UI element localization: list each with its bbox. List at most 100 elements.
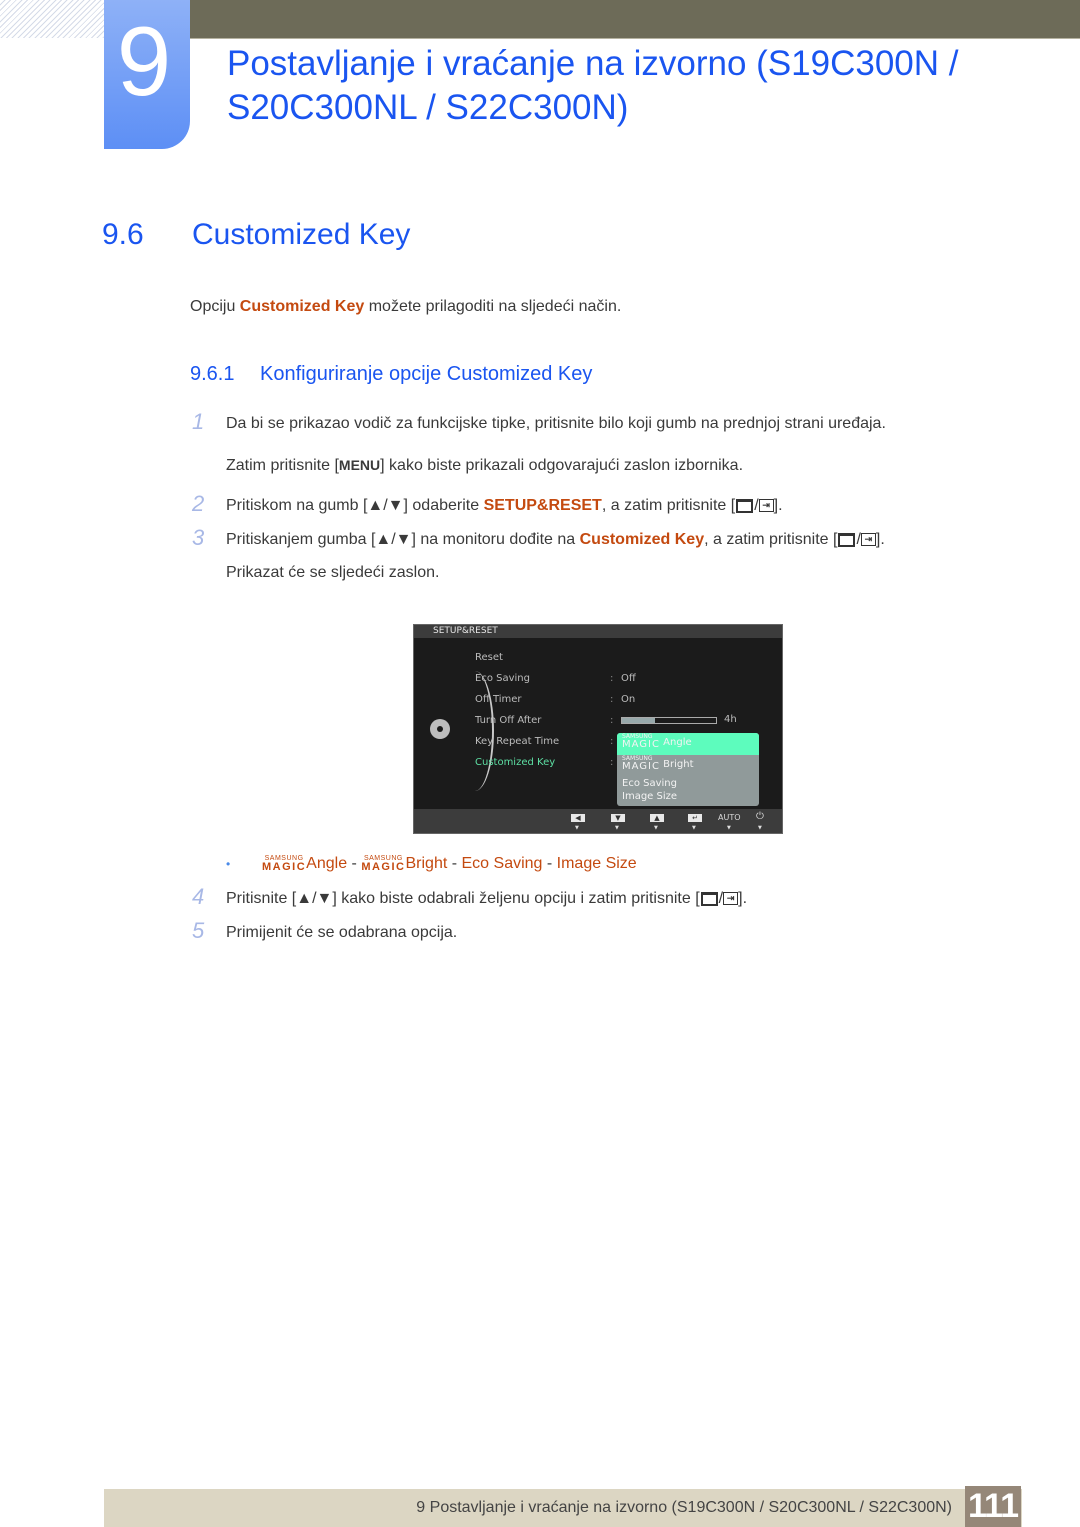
step-number: 2 (192, 491, 205, 516)
osd-bar-fill (622, 718, 655, 723)
osd-header: SETUP&RESET (414, 625, 782, 638)
pointer-icon: ▼ (654, 825, 658, 831)
section-title-text: Customized Key (192, 218, 411, 251)
osd-item-eco-saving: Eco Saving (475, 673, 530, 684)
osd-option-eco-saving: Eco Saving (622, 778, 677, 789)
left-arrow-icon: ◀ (571, 814, 585, 822)
osd-arc-decoration (456, 671, 494, 791)
step-text-part: ] na monitoru dođite na (411, 531, 580, 548)
down-arrow-icon: ▼ (611, 814, 625, 822)
osd-colon: : (610, 673, 614, 684)
option-angle: Angle (306, 855, 348, 872)
power-icon: ⏻ (756, 811, 764, 822)
enter-icon: ⇥ (860, 533, 876, 547)
samsung-magic-logo: SAMSUNG MAGIC (622, 733, 660, 750)
step-text-part: ]. (773, 497, 783, 514)
enter-icon: ⇥ (758, 499, 774, 513)
intro-text-end: možete prilagoditi na sljedeći način. (364, 298, 622, 315)
step-text: Pritiskanjem gumba [▲/▼] na monitoru dođ… (226, 531, 885, 548)
section-title: 9.6 Customized Key (102, 218, 410, 252)
step-text-part: Zatim pritisnite [ (226, 457, 339, 474)
pointer-icon: ▼ (727, 825, 731, 831)
osd-colon: : (610, 757, 614, 768)
step-text-part: Pritiskom na gumb [ (226, 497, 368, 514)
step-text-part: ] kako biste prikazali odgovarajući zasl… (380, 457, 744, 474)
step-text-part: , a zatim pritisnite [ (704, 531, 838, 548)
option-bright: Bright (405, 855, 448, 872)
osd-value-off-timer: On (621, 694, 636, 705)
osd-customized-key-dropdown: SAMSUNG MAGIC Angle SAMSUNG MAGIC Bright E… (617, 733, 759, 806)
subsection-title: 9.6.1 Konfiguriranje opcije Customized Ke… (190, 363, 592, 386)
enter-icon: ⇥ (723, 892, 739, 906)
step-number: 5 (192, 918, 205, 943)
osd-value-turn-off-after: 4h (724, 714, 737, 725)
separator: - (542, 855, 557, 872)
decorative-hatch (0, 0, 104, 38)
up-arrow-icon: ▲ (650, 814, 664, 822)
osd-option-label: Bright (663, 759, 694, 770)
step-text: Primijenit će se odabrana opcija. (226, 924, 458, 941)
osd-item-customized-key: Customized Key (475, 757, 556, 768)
osd-option-image-size: Image Size (622, 791, 678, 802)
auto-label: AUTO (718, 813, 741, 822)
step-number: 4 (192, 884, 205, 909)
step-text: Pritisnite [▲/▼] kako biste odabrali žel… (226, 890, 748, 907)
pointer-icon: ▼ (615, 825, 619, 831)
footer-chapter-text: 9 Postavljanje i vraćanje na izvorno (S1… (416, 1499, 952, 1516)
intro-text: Opciju (190, 298, 240, 315)
page-footer: 9 Postavljanje i vraćanje na izvorno (S1… (104, 1489, 1022, 1527)
step-text-part: ]. (875, 531, 885, 548)
step-text-part: Pritisnite [ (226, 890, 297, 907)
up-down-arrows-icon: ▲/▼ (375, 531, 412, 548)
option-image-size: Image Size (556, 855, 637, 872)
source-icon (736, 498, 754, 513)
section-number: 9.6 (102, 218, 144, 251)
step-text-part: Pritiskanjem gumba [ (226, 531, 376, 548)
up-down-arrows-icon: ▲/▼ (367, 497, 404, 514)
bullet-icon: • (226, 857, 231, 871)
menu-key-label: MENU (338, 457, 381, 473)
enter-icon: ↵ (688, 814, 702, 822)
customized-key-options: SAMSUNG MAGIC Angle - SAMSUNG MAGIC Bright -… (262, 854, 637, 873)
step-highlight: SETUP&RESET (483, 497, 602, 514)
intro-highlight: Customized Key (239, 298, 365, 315)
step-number: 3 (192, 525, 205, 550)
osd-turn-off-after-bar (621, 717, 717, 724)
step-text-part: ] kako biste odabrali željenu opciju i z… (332, 890, 700, 907)
osd-option-label: Angle (663, 737, 692, 748)
step-text-part: ]. (738, 890, 748, 907)
step-text: Da bi se prikazao vodič za funkcijske ti… (226, 415, 886, 432)
chapter-badge: 9 (104, 0, 190, 149)
step-text: Zatim pritisnite [MENU] kako biste prika… (226, 457, 743, 475)
samsung-magic-logo: SAMSUNG MAGIC (622, 755, 660, 772)
step-text: Prikazat će se sljedeći zaslon. (226, 564, 440, 581)
osd-value-eco-saving: Off (621, 673, 636, 684)
option-eco-saving: Eco Saving (461, 855, 543, 872)
up-down-arrows-icon: ▲/▼ (296, 890, 333, 907)
samsung-magic-logo: SAMSUNG MAGIC (262, 855, 307, 873)
source-icon (838, 532, 856, 547)
osd-option-magic-angle: SAMSUNG MAGIC Angle (617, 733, 759, 755)
pointer-icon: ▼ (575, 825, 579, 831)
step-text-part: ] odaberite (403, 497, 484, 514)
chapter-title: Postavljanje i vraćanje na izvorno (S19C… (227, 42, 959, 130)
chapter-title-line2: S20C300NL / S22C300N) (227, 88, 629, 127)
osd-item-turn-off-after: Turn Off After (475, 715, 542, 726)
step-number: 1 (192, 409, 205, 434)
osd-item-reset: Reset (475, 652, 503, 663)
osd-item-key-repeat-time: Key Repeat Time (475, 736, 560, 747)
osd-menu-screenshot: SETUP&RESET Reset Eco Saving : Off Off T… (413, 624, 783, 834)
separator: - (347, 855, 362, 872)
chapter-header-bar (190, 0, 1080, 39)
subsection-title-text: Konfiguriranje opcije Customized Key (260, 363, 593, 385)
section-intro: Opciju Customized Key možete prilagoditi… (190, 298, 621, 316)
step-highlight: Customized Key (579, 531, 705, 548)
source-icon (700, 891, 718, 906)
osd-item-off-timer: Off Timer (475, 694, 522, 705)
step-text-part: , a zatim pritisnite [ (601, 497, 736, 514)
chapter-number: 9 (116, 6, 172, 116)
samsung-magic-logo: SAMSUNG MAGIC (361, 855, 406, 873)
page-number: 111 (965, 1486, 1021, 1527)
pointer-icon: ▼ (692, 825, 696, 831)
gear-icon (430, 719, 450, 739)
